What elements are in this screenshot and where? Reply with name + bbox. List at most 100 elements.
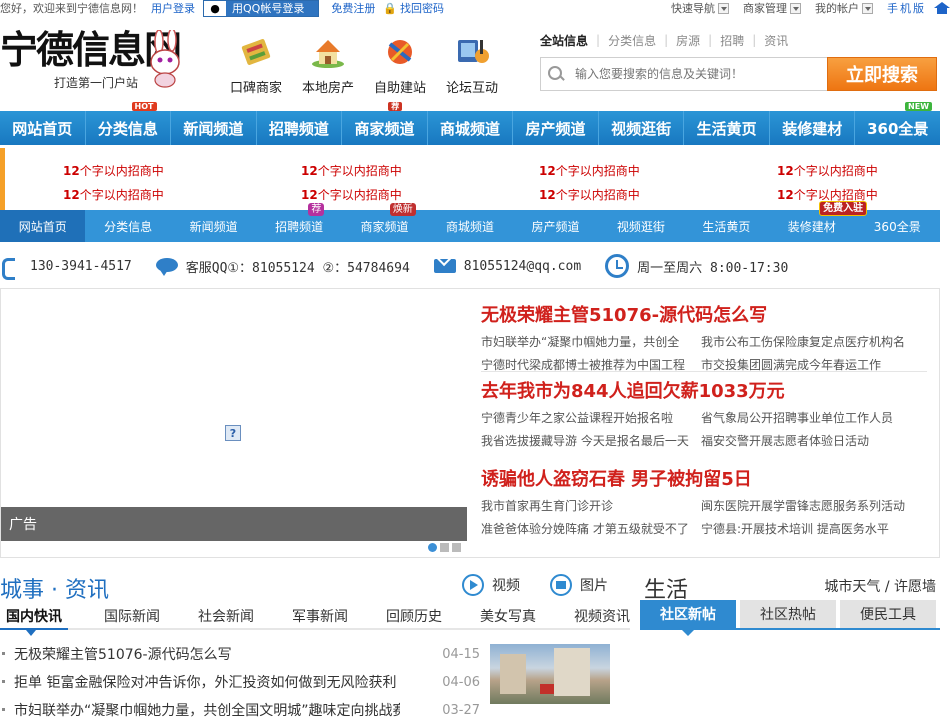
qq-login-button[interactable]: ● 用QQ帐号登录 [203,0,320,17]
register-link[interactable]: 免费注册 [331,0,375,16]
news-link[interactable]: 市妇联举办“凝聚巾帼她力量，共创全 [481,333,701,350]
tab-community-new[interactable]: 社区新帖 [640,600,736,636]
shortcut-label: 自助建站 [373,81,426,96]
logo-slogan: 打造第一门户站 [54,76,139,90]
slide-dot[interactable] [452,543,461,552]
shortcut-forum[interactable]: 论坛互动 [436,34,508,96]
phone-icon [0,256,22,280]
headline-group: 去年我市为844人追回欠薪1033万元 宁德青少年之家公益课程开始报名啦 省气象局… [481,371,931,449]
main-nav-jobs[interactable]: 招聘频道 [257,111,343,145]
news-link[interactable]: 闽东医院开展学雷锋志愿服务系列活动 [701,497,921,514]
ad-text-link[interactable]: 12个字以内招商中 [539,186,640,203]
tab-international[interactable]: 国际新闻 [98,604,166,628]
ad-slideshow[interactable]: ? 广告 [1,297,467,552]
shortcut-local-property[interactable]: 本地房产 [292,34,364,96]
slide-dot[interactable] [428,543,437,552]
news-link[interactable]: 福安交警开展志愿者体验日活动 [701,432,921,449]
news-link[interactable]: 我省选拔援藏导游 今天是报名最后一天 [481,432,701,449]
tab-tools[interactable]: 便民工具 [840,600,936,628]
search-tab-all[interactable]: 全站信息 [540,32,588,49]
sub-nav-home[interactable]: 网站首页 [0,210,86,242]
sub-nav-mall[interactable]: 商城频道 [427,210,512,242]
login-link[interactable]: 用户登录 [151,0,195,16]
news-link[interactable]: 宁德县:开展技术培训 提高医务水平 [701,520,921,537]
sub-nav-jobs[interactable]: 招聘频道 荐 [256,203,341,242]
ad-text-link[interactable]: 12个字以内招商中 [301,162,402,179]
penguin-icon: ● [204,0,226,16]
build-icon [388,40,412,64]
tab-video-news[interactable]: 视频资讯 [568,604,636,628]
tab-photos[interactable]: 美女写真 [474,604,542,628]
sub-nav-property[interactable]: 房产频道 [513,210,598,242]
tab-military[interactable]: 军事新闻 [286,604,354,628]
tab-history[interactable]: 回顾历史 [380,604,448,628]
search-tab-jobs[interactable]: 招聘 [720,32,744,49]
ad-text-link[interactable]: 12个字以内招商中 [63,162,164,179]
tab-domestic[interactable]: 国内快讯 [0,604,68,636]
main-nav-mall[interactable]: 商城频道 [428,111,514,145]
list-item[interactable]: 市妇联举办“凝聚巾帼她力量，共创全国文明城”趣味定向挑战赛 03-27 [0,696,480,724]
news-link[interactable]: 准爸爸体验分娩阵痛 才第五级就受不了 [481,520,701,537]
sub-nav-news[interactable]: 新闻频道 [171,210,256,242]
headline-title[interactable]: 去年我市为844人追回欠薪1033万元 [481,377,931,403]
shortcut-self-build-site[interactable]: 自助建站 [364,34,436,96]
main-nav-news[interactable]: 新闻频道 [171,111,257,145]
headline-title[interactable]: 无极荣耀主管51076-源代码怎么写 [481,301,931,327]
sub-nav-video-shopping[interactable]: 视频逛街 [598,210,683,242]
headline-title[interactable]: 诱骗他人盗窃石春 男子被拘留5日 [481,465,931,491]
video-link[interactable]: 视频 [462,574,520,596]
list-item[interactable]: 拒单 钜富金融保险对冲告诉你，外汇投资如何做到无风险获利 04-06 [0,668,480,696]
search-tab-housing[interactable]: 房源 [676,32,700,49]
mobile-link[interactable]: 手机版 [887,0,926,16]
recommend-badge: 荐 [308,203,325,216]
sub-nav-360[interactable]: 360全景 [855,210,940,242]
search-input[interactable] [575,67,815,81]
slide-caption: 广告 [1,507,467,541]
main-nav-property[interactable]: 房产频道 [513,111,599,145]
search-tab-classified[interactable]: 分类信息 [608,32,656,49]
sub-nav-label: 分类信息 [104,219,153,234]
main-nav-home[interactable]: 网站首页 [0,111,86,145]
email-text[interactable]: 81055124@qq.com [464,259,581,274]
ad-rest: 个字以内招商中 [793,188,878,202]
qq-text: 客服QQ①：81055124 ②：54784694 [185,260,410,276]
ad-text-link[interactable]: 12个字以内招商中 [539,162,640,179]
find-password-link[interactable]: 🔒 找回密码 [383,0,452,16]
main-nav-yellow-pages[interactable]: 生活黄页 [684,111,770,145]
shortcut-reputation-merchants[interactable]: 口碑商家 [220,34,292,96]
video-label: 视频 [492,578,520,594]
search-tab-news[interactable]: 资讯 [764,32,788,49]
list-item[interactable]: 无极荣耀主管51076-源代码怎么写 04-15 [0,640,480,668]
sub-nav-merchants[interactable]: 商家频道 焕新 [342,203,427,242]
news-link[interactable]: 我市首家再生育门诊开诊 [481,497,701,514]
sub-nav-decoration[interactable]: 装修建材 免费入驻 [769,201,868,242]
news-link[interactable]: 宁德青少年之家公益课程开始报名啦 [481,409,701,426]
quick-nav-menu[interactable]: 快速导航 [671,0,729,16]
main-nav-decoration[interactable]: 装修建材 [770,111,856,145]
news-thumbnail[interactable] [490,644,610,704]
search-button[interactable]: 立即搜索 [827,57,937,91]
ad-rest: 个字以内招商中 [555,188,640,202]
contact-email: 81055124@qq.com [433,256,581,276]
sub-nav-classified[interactable]: 分类信息 [85,210,170,242]
news-link[interactable]: 省气象局公开招聘事业单位工作人员 [701,409,921,426]
home-icon[interactable] [934,2,950,14]
picture-link[interactable]: 图片 [550,574,608,596]
tab-society[interactable]: 社会新闻 [192,604,260,628]
headline-links: 我市首家再生育门诊开诊 闽东医院开展学雷锋志愿服务系列活动 [481,497,931,514]
life-links[interactable]: 城市天气 / 许愿墙 [824,576,936,596]
merchant-manage-menu[interactable]: 商家管理 [743,0,801,16]
ad-text-link[interactable]: 12个字以内招商中 [63,186,164,203]
news-link[interactable]: 我市公布工伤保险康复定点医疗机构名 [701,333,921,350]
ad-text-link[interactable]: 12个字以内招商中 [777,162,878,179]
my-account-menu[interactable]: 我的帐户 [815,0,873,16]
tab-community-hot[interactable]: 社区热帖 [740,600,836,628]
main-nav-classified[interactable]: 分类信息 HOT [86,102,172,145]
main-nav-merchants[interactable]: 商家频道 荐 [342,102,428,145]
clock-icon [605,254,630,278]
main-nav-360[interactable]: 360全景 NEW [855,102,940,145]
sub-nav-yellow-pages[interactable]: 生活黄页 [684,210,769,242]
main-nav-video-shopping[interactable]: 视频逛街 [599,111,685,145]
ad-text-link[interactable]: 12个字以内招商中 [301,186,402,203]
slide-dot[interactable] [440,543,449,552]
